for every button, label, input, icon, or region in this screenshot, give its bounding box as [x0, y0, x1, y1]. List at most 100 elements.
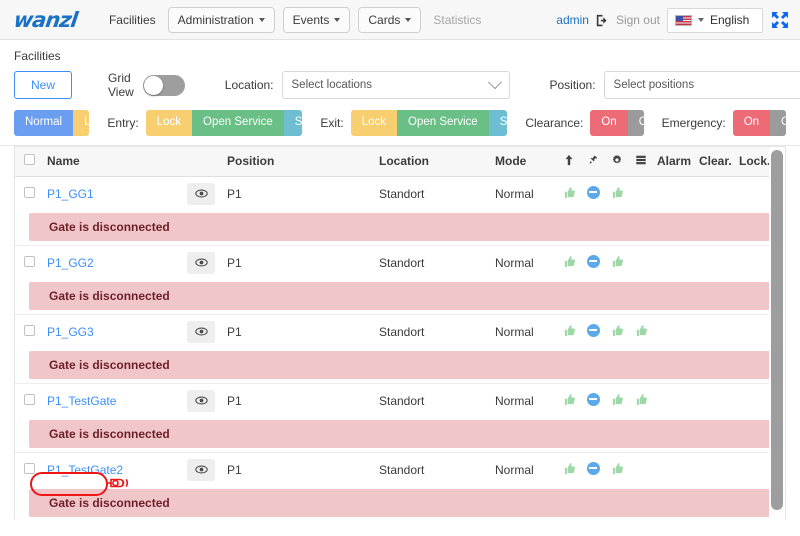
alert-cell: Gate is disconnected	[15, 210, 785, 246]
server-stack-icon	[635, 155, 647, 169]
exit-lock-button[interactable]: Lock	[350, 110, 397, 136]
entry-single-free-button[interactable]: Single Free	[283, 110, 303, 136]
eye-icon[interactable]	[187, 182, 215, 205]
clearance-off-button[interactable]: Off	[627, 110, 644, 136]
table-row: P1_GG2 P1 Standort Normal	[15, 244, 785, 280]
user-admin-link[interactable]: admin	[556, 13, 589, 27]
facility-link[interactable]: P1_GG2	[47, 256, 94, 270]
row-status-gear	[605, 313, 629, 349]
row-lock	[735, 176, 771, 211]
location-select[interactable]: Select locations	[281, 71, 510, 99]
row-status-up	[557, 313, 581, 349]
facility-link[interactable]: P1_TestGate	[47, 394, 116, 408]
row-checkbox[interactable]	[23, 186, 35, 198]
header-position[interactable]: Position	[223, 146, 375, 177]
table-header-row: Name Position Location Mode Alarm Clear.…	[15, 146, 785, 177]
row-alarm	[653, 313, 695, 349]
table-scrollbar-track[interactable]	[769, 146, 785, 520]
nav-item-statistics[interactable]: Statistics	[425, 9, 489, 31]
row-select-cell	[15, 382, 43, 418]
thumbs-up-icon	[611, 255, 624, 268]
position-label: Position:	[549, 78, 596, 92]
eye-icon[interactable]	[187, 458, 215, 481]
header-mode[interactable]: Mode	[491, 146, 557, 177]
sign-out-icon[interactable]	[596, 14, 609, 27]
facility-link[interactable]: P1_GG3	[47, 325, 94, 339]
eye-icon[interactable]	[187, 251, 215, 274]
emergency-on-button[interactable]: On	[732, 110, 771, 136]
sign-out-link[interactable]: Sign out	[616, 13, 660, 27]
row-name-cell: P1_TestGate2	[43, 451, 183, 487]
select-all-checkbox[interactable]	[23, 154, 35, 166]
header-lock[interactable]: Lock.	[735, 146, 771, 177]
header-arrow-up[interactable]	[557, 146, 581, 177]
row-mode: Normal	[491, 313, 557, 349]
exit-open-service-button[interactable]: Open Service	[397, 110, 489, 136]
row-checkbox[interactable]	[23, 393, 35, 405]
row-mode: Normal	[491, 244, 557, 280]
minus-circle-icon	[586, 461, 600, 475]
row-checkbox[interactable]	[23, 462, 35, 474]
chevron-down-icon	[258, 18, 265, 23]
grid-view-label: Grid View	[108, 71, 134, 99]
alert-cell: Gate is disconnected	[15, 417, 785, 453]
entry-lock-button[interactable]: Lock	[145, 110, 193, 136]
row-lock	[735, 244, 771, 280]
row-clear	[695, 176, 735, 211]
status-badge: Gate is disconnected	[29, 281, 785, 310]
breadcrumb: Facilities	[14, 49, 61, 63]
row-select-cell	[15, 244, 43, 280]
clearance-on-button[interactable]: On	[590, 110, 628, 136]
table-scrollbar-thumb[interactable]	[771, 149, 783, 510]
header-location[interactable]: Location	[375, 146, 491, 177]
table-row: P1_TestGate P1 Standort Normal	[15, 382, 785, 418]
emergency-off-button[interactable]: Off	[770, 110, 786, 136]
mode-button-group: Normal Lock	[14, 110, 90, 136]
mode-normal-button[interactable]: Normal	[14, 110, 74, 136]
row-checkbox[interactable]	[23, 324, 35, 336]
nav-item-events[interactable]: Events	[282, 6, 351, 33]
row-status-server	[629, 382, 653, 418]
row-position: P1	[227, 186, 242, 201]
row-preview-cell	[183, 382, 223, 418]
nav-item-administration[interactable]: Administration	[167, 6, 275, 33]
eye-icon[interactable]	[187, 320, 215, 343]
new-button[interactable]: New	[14, 71, 73, 99]
row-preview-cell	[183, 244, 223, 280]
row-status-up	[557, 451, 581, 487]
exit-single-free-button[interactable]: Single Free	[488, 110, 508, 136]
power-plug-icon	[587, 155, 599, 169]
row-alarm	[653, 451, 695, 487]
facility-link[interactable]: P1_TestGate2	[47, 463, 123, 477]
exit-label: Exit:	[320, 115, 344, 130]
grid-view-toggle[interactable]	[142, 74, 185, 96]
row-alarm	[653, 176, 695, 211]
mode-lock-button[interactable]: Lock	[73, 110, 90, 136]
header-power-plug[interactable]	[581, 146, 605, 177]
nav-item-cards[interactable]: Cards	[358, 6, 422, 33]
header-clear[interactable]: Clear.	[695, 146, 735, 177]
header-name[interactable]: Name	[43, 146, 183, 177]
eye-icon[interactable]	[187, 389, 215, 412]
row-position: P1	[223, 244, 375, 280]
fullscreen-icon[interactable]	[770, 10, 790, 30]
row-location: Standort	[379, 186, 425, 201]
header-gear[interactable]	[605, 146, 629, 177]
facility-link[interactable]: P1_GG1	[47, 187, 94, 201]
nav-item-facilities[interactable]: Facilities	[101, 9, 164, 31]
language-selector[interactable]: English	[667, 7, 763, 33]
row-clear	[695, 313, 735, 349]
row-mode: Normal	[491, 382, 557, 418]
row-status-server	[629, 451, 653, 487]
entry-open-service-button[interactable]: Open Service	[192, 110, 284, 136]
row-status-up	[557, 382, 581, 418]
row-checkbox[interactable]	[23, 255, 35, 267]
row-mode: Normal	[495, 186, 534, 201]
row-status-plug	[581, 244, 605, 280]
header-server-stack[interactable]	[629, 146, 653, 177]
header-alarm[interactable]: Alarm	[653, 146, 695, 177]
position-select[interactable]: Select positions	[603, 71, 800, 99]
chevron-down-icon	[487, 75, 502, 90]
nav-administration-label: Administration	[177, 12, 254, 27]
row-select-cell	[15, 176, 43, 211]
